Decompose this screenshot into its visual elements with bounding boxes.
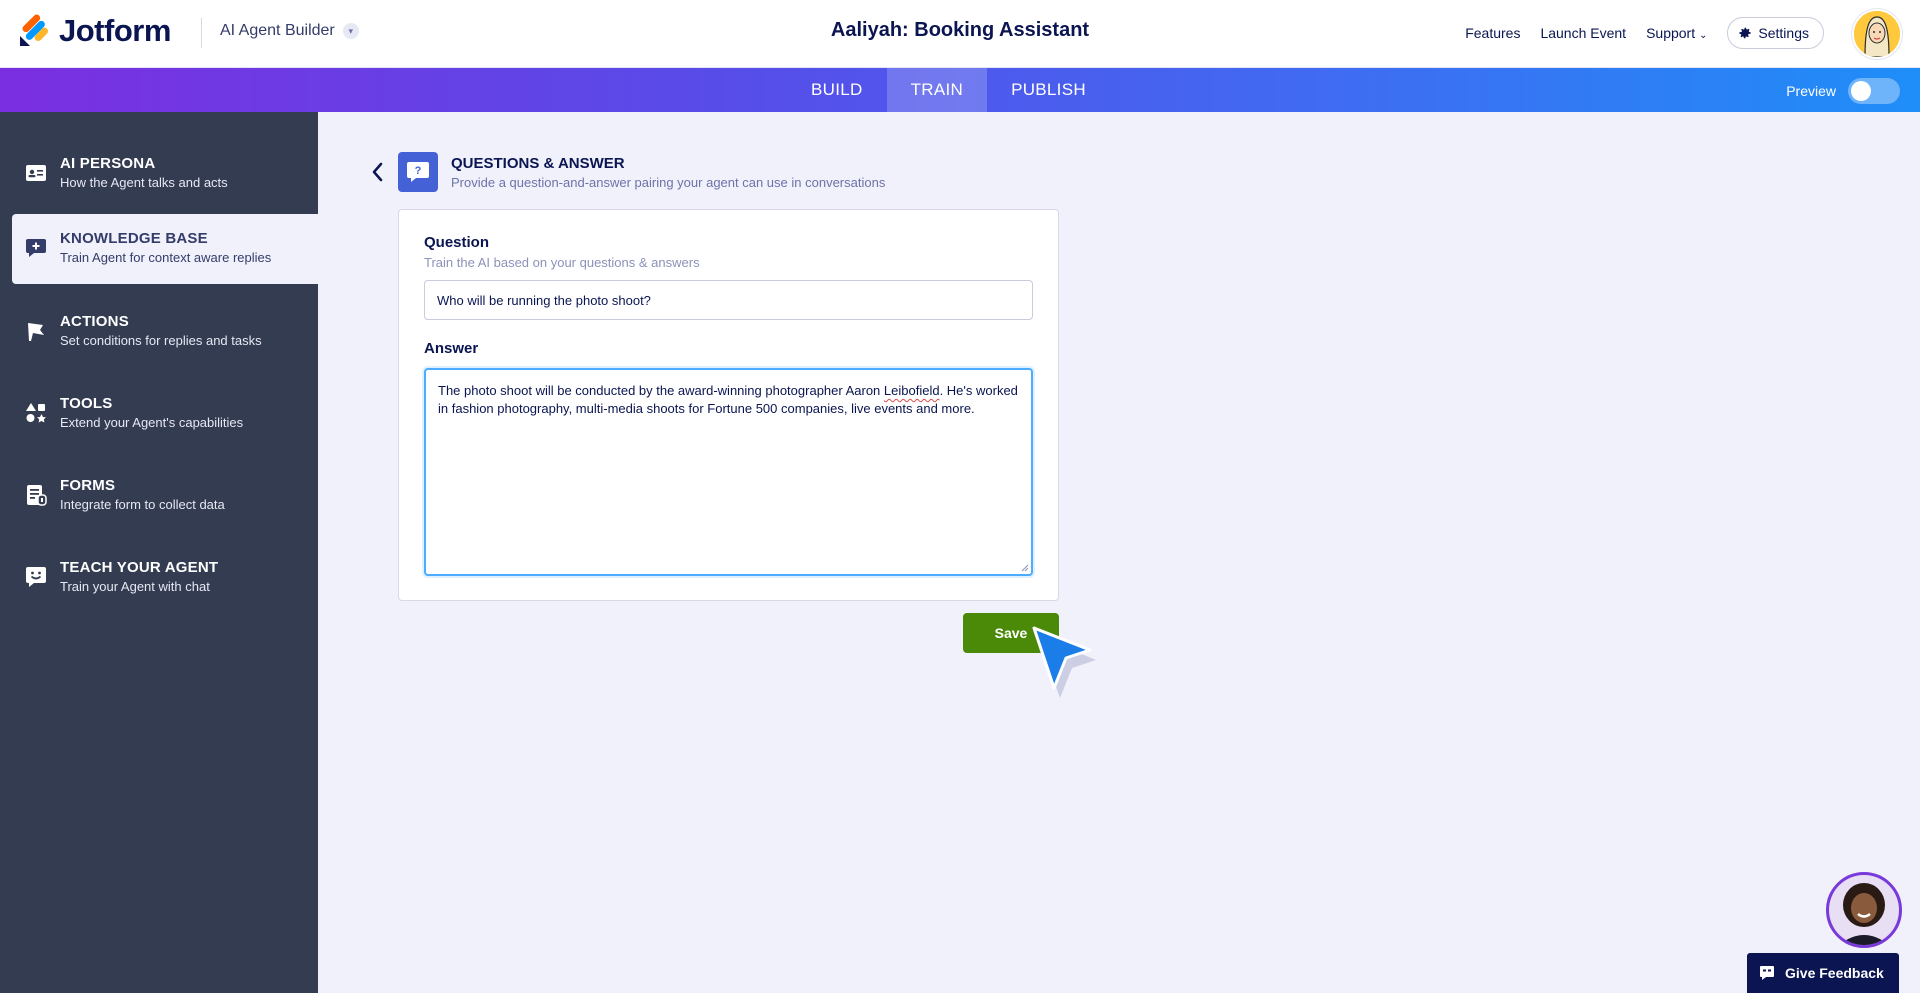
question-bubble-icon: ?: [398, 152, 438, 192]
nav-support-label: Support: [1646, 25, 1696, 41]
toggle-knob: [1851, 81, 1871, 101]
sidebar-item-subtitle: Extend your Agent's capabilities: [60, 415, 244, 430]
sidebar-item-subtitle: Train Agent for context aware replies: [60, 250, 272, 265]
product-name: AI Agent Builder: [220, 22, 335, 39]
chat-plus-icon: [24, 236, 48, 260]
shapes-icon: [24, 401, 48, 425]
flag-icon: [24, 319, 48, 343]
answer-text-part: The photo shoot will be conducted by the…: [438, 383, 884, 398]
mode-tab-bar: BUILD TRAIN PUBLISH Preview: [0, 68, 1920, 112]
question-label: Question: [424, 234, 490, 251]
nav-features[interactable]: Features: [1465, 25, 1520, 41]
settings-button[interactable]: Settings: [1727, 17, 1824, 49]
top-header: Jotform AI Agent Builder ▾ Aaliyah: Book…: [0, 0, 1920, 68]
answer-textarea[interactable]: The photo shoot will be conducted by the…: [424, 368, 1033, 576]
section-title: QUESTIONS & ANSWER: [451, 155, 625, 172]
question-help-text: Train the AI based on your questions & a…: [424, 255, 700, 270]
give-feedback-label: Give Feedback: [1785, 965, 1884, 981]
tab-train[interactable]: TRAIN: [886, 68, 988, 112]
question-value: Who will be running the photo shoot?: [437, 292, 651, 308]
svg-text:?: ?: [415, 165, 422, 177]
smiley-chat-icon: [24, 565, 48, 589]
save-button[interactable]: Save: [963, 613, 1059, 653]
sidebar-item-subtitle: Set conditions for replies and tasks: [60, 333, 262, 348]
sidebar-item-title: KNOWLEDGE BASE: [60, 230, 208, 247]
sidebar-item-subtitle: Train your Agent with chat: [60, 579, 210, 594]
preview-label: Preview: [1786, 83, 1836, 99]
chevron-down-icon: ▾: [342, 23, 359, 39]
id-card-icon: [24, 161, 48, 185]
sidebar: AI PERSONA How the Agent talks and acts …: [0, 112, 318, 993]
support-agent-avatar[interactable]: [1826, 872, 1902, 948]
sidebar-item-title: TEACH YOUR AGENT: [60, 559, 219, 576]
resize-handle-icon[interactable]: [1021, 564, 1029, 572]
sidebar-item-forms[interactable]: FORMS Integrate form to collect data: [12, 461, 318, 531]
back-button[interactable]: [368, 160, 386, 184]
top-nav: Features Launch Event Support ⌄ Settings: [1465, 17, 1824, 49]
sidebar-item-title: FORMS: [60, 477, 116, 494]
sidebar-item-subtitle: How the Agent talks and acts: [60, 175, 228, 190]
sidebar-item-knowledge-base[interactable]: KNOWLEDGE BASE Train Agent for context a…: [12, 214, 318, 284]
form-icon: [24, 483, 48, 507]
sidebar-item-tools[interactable]: TOOLS Extend your Agent's capabilities: [12, 379, 318, 449]
jotform-logo-icon: [18, 14, 50, 48]
nav-support[interactable]: Support ⌄: [1646, 25, 1707, 41]
spellcheck-flagged-word[interactable]: Leibofield: [884, 383, 940, 398]
give-feedback-button[interactable]: Give Feedback: [1747, 953, 1899, 993]
sidebar-item-title: ACTIONS: [60, 313, 129, 330]
product-switcher[interactable]: AI Agent Builder ▾: [220, 22, 359, 40]
sidebar-item-title: TOOLS: [60, 395, 113, 412]
sidebar-item-teach-your-agent[interactable]: TEACH YOUR AGENT Train your Agent with c…: [12, 543, 318, 613]
preview-control: Preview: [1786, 78, 1900, 104]
section-subtitle: Provide a question-and-answer pairing yo…: [451, 175, 886, 190]
chevron-left-icon: [372, 162, 383, 182]
user-avatar[interactable]: [1852, 9, 1902, 59]
question-input[interactable]: Who will be running the photo shoot?: [424, 280, 1033, 320]
feedback-icon: [1760, 966, 1774, 980]
sidebar-item-title: AI PERSONA: [60, 155, 156, 172]
nav-launch-event[interactable]: Launch Event: [1540, 25, 1626, 41]
sidebar-item-ai-persona[interactable]: AI PERSONA How the Agent talks and acts: [12, 139, 318, 209]
settings-label: Settings: [1758, 25, 1809, 41]
chevron-down-icon: ⌄: [1699, 30, 1708, 41]
preview-toggle[interactable]: [1848, 78, 1900, 104]
answer-label: Answer: [424, 340, 479, 357]
jotform-logo[interactable]: Jotform: [18, 13, 171, 49]
sidebar-item-subtitle: Integrate form to collect data: [60, 497, 225, 512]
qa-form-card: Question Train the AI based on your ques…: [398, 209, 1059, 601]
logo-text: Jotform: [59, 13, 171, 48]
mode-tabs: BUILD TRAIN PUBLISH: [787, 68, 1110, 112]
agent-title[interactable]: Aaliyah: Booking Assistant: [831, 19, 1089, 41]
tab-build[interactable]: BUILD: [787, 68, 887, 112]
header-divider: [201, 18, 202, 48]
tab-publish[interactable]: PUBLISH: [987, 68, 1110, 112]
sidebar-item-actions[interactable]: ACTIONS Set conditions for replies and t…: [12, 297, 318, 367]
gear-icon: [1739, 27, 1752, 39]
